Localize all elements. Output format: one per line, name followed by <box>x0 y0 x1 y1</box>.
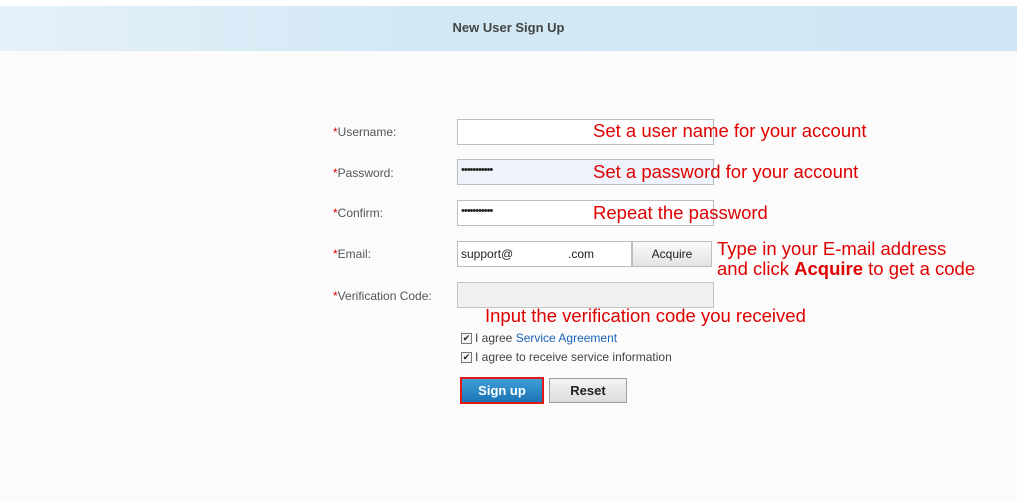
page-title: New User Sign Up <box>452 20 565 35</box>
annotation-email-line2: and click Acquire to get a code <box>717 258 976 279</box>
annotation-repeat: Repeat the password <box>593 202 768 223</box>
annotation-email-line1: Type in your E-mail address <box>717 238 947 259</box>
email-label: *Email: <box>333 247 372 261</box>
username-label: *Username: <box>333 125 397 139</box>
page-header: New User Sign Up <box>0 6 1017 51</box>
service-agreement-link[interactable]: Service Agreement <box>516 331 617 345</box>
annotation-username: Set a user name for your account <box>593 120 867 141</box>
service-agreement-text: I agree Service Agreement <box>475 331 618 345</box>
reset-button[interactable]: Reset <box>549 378 627 403</box>
annotation-password: Set a password for your account <box>593 161 859 182</box>
acquire-button[interactable]: Acquire <box>632 241 712 267</box>
service-agreement-checkbox[interactable]: ✔ <box>461 333 472 344</box>
confirm-label: *Confirm: <box>333 206 384 220</box>
sign-up-button[interactable]: Sign up <box>460 377 544 404</box>
annotation-verification: Input the verification code you received <box>485 305 806 326</box>
password-label: *Password: <box>333 166 394 180</box>
email-input[interactable]: support@ .com <box>457 241 632 267</box>
service-info-text: I agree to receive service information <box>475 350 672 364</box>
verification-code-label: *Verification Code: <box>333 289 432 303</box>
service-info-checkbox[interactable]: ✔ <box>461 352 472 363</box>
